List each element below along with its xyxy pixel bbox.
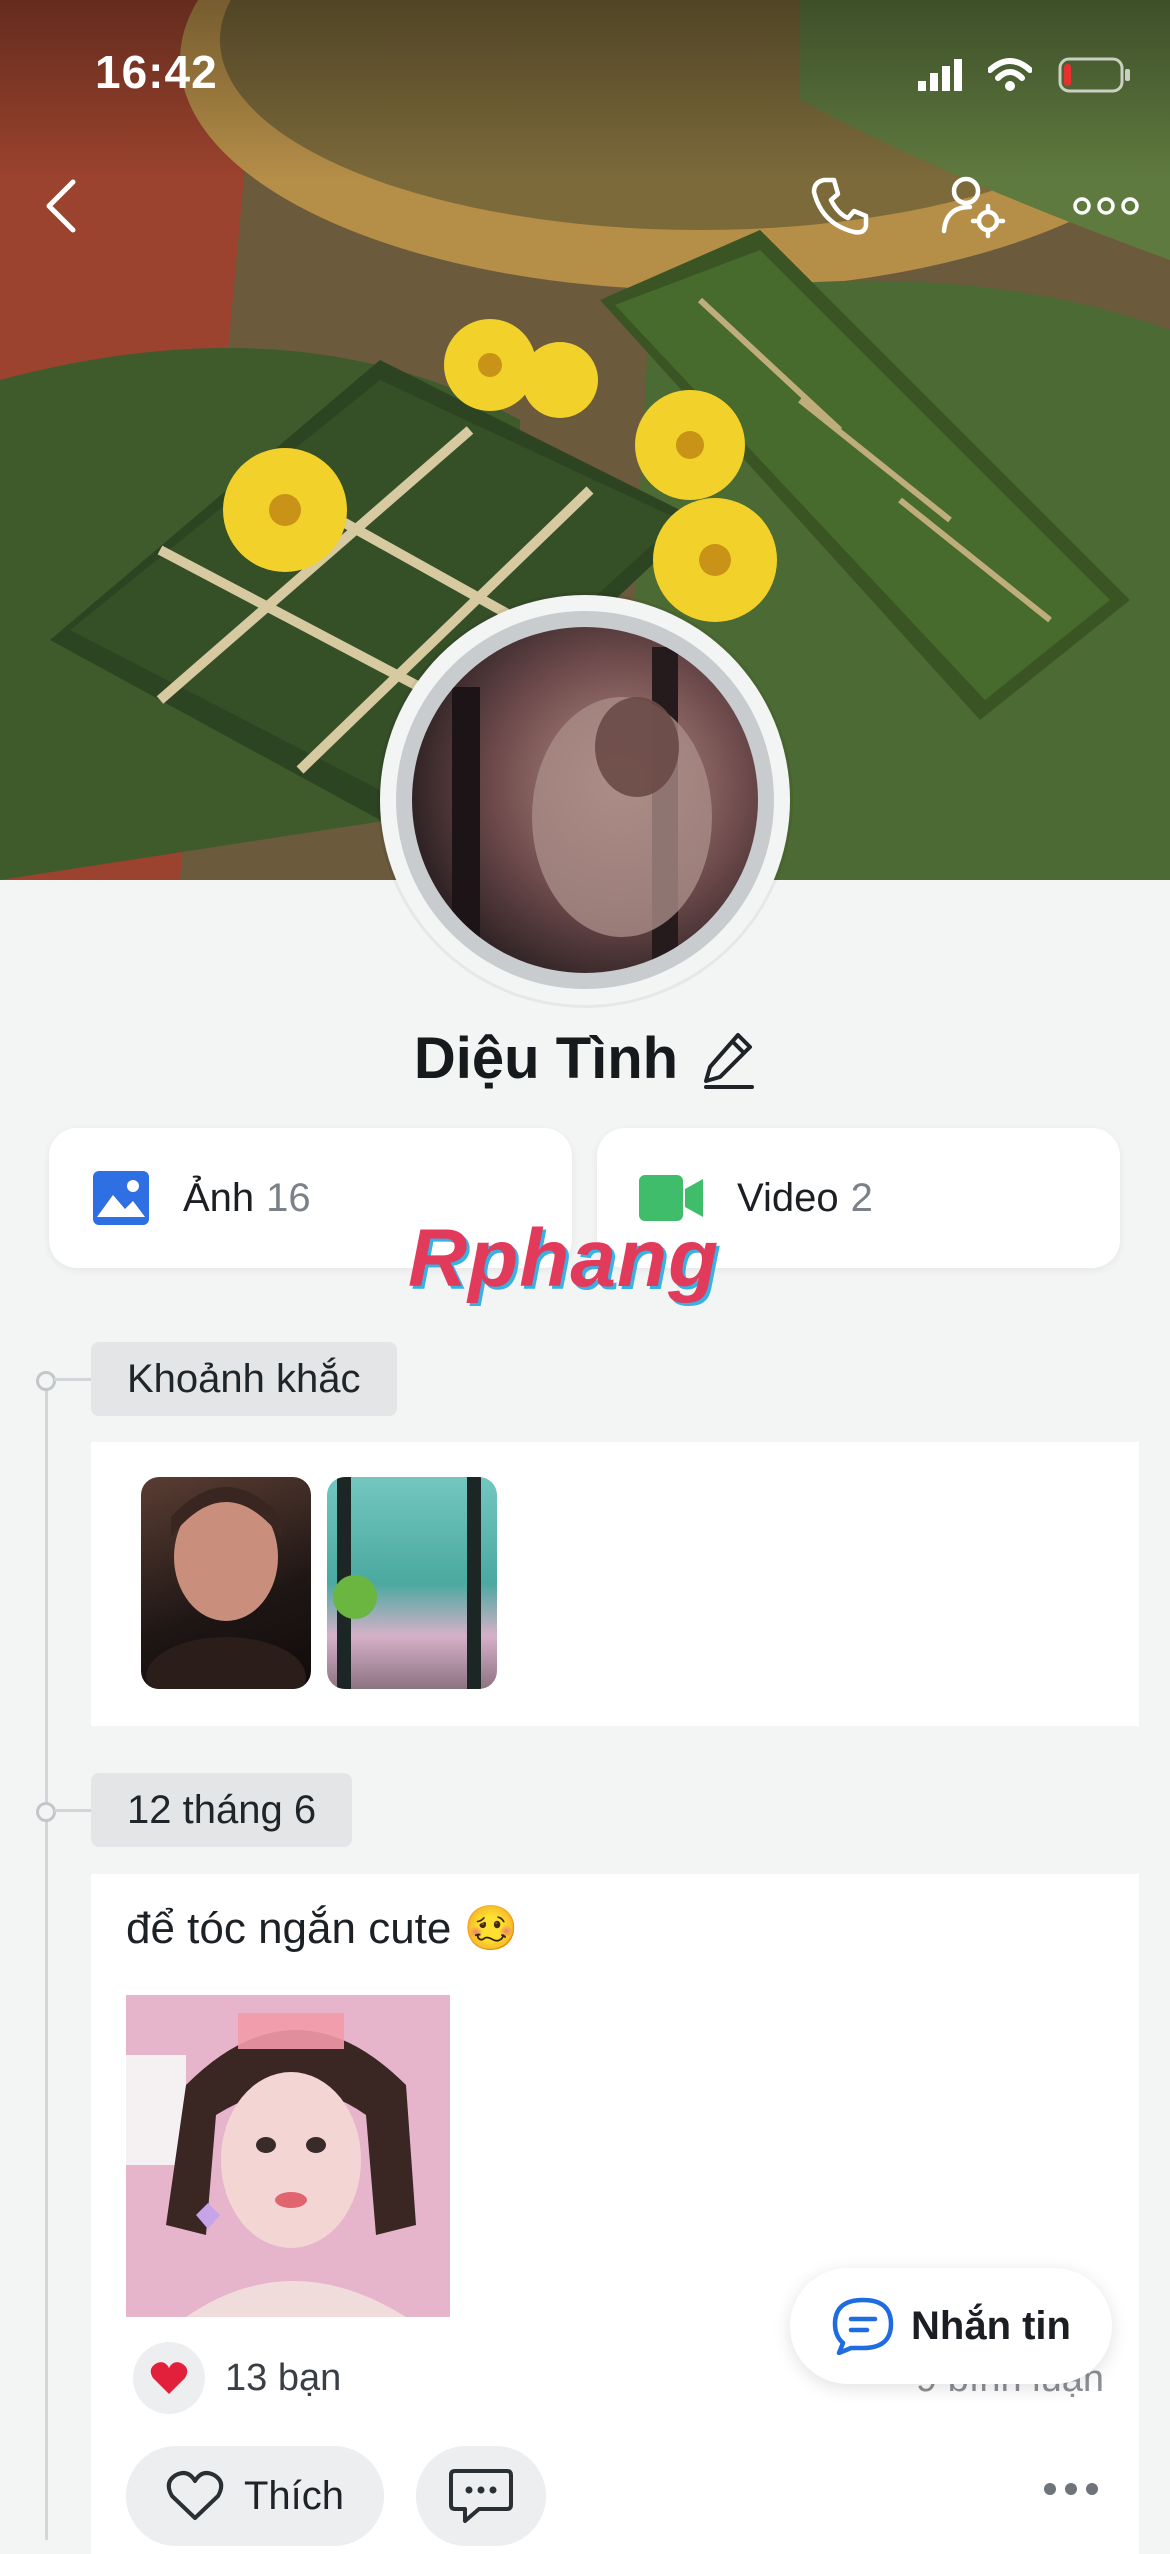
status-time: 16:42 [95, 46, 218, 98]
heart-icon [150, 2362, 188, 2394]
call-button[interactable] [800, 166, 880, 246]
heart-reaction-badge [133, 2342, 205, 2414]
status-icons [918, 50, 1132, 100]
post-more-button[interactable] [1043, 2482, 1099, 2501]
comment-bubble-icon [449, 2469, 513, 2523]
more-dots-icon [1044, 2483, 1098, 2495]
reaction-count: 13 bạn [225, 2356, 342, 2399]
timeline-dot [36, 1371, 56, 1391]
post-photo[interactable] [126, 1995, 450, 2317]
wifi-icon [988, 58, 1032, 91]
avatar[interactable] [380, 595, 790, 1005]
back-button[interactable] [20, 166, 100, 246]
back-chevron-icon [46, 179, 76, 233]
like-label: Thích [243, 2473, 345, 2518]
timeline-connector [54, 1378, 94, 1381]
chat-bubble-icon [832, 2297, 894, 2355]
user-settings-icon [941, 176, 1006, 239]
videos-count: 2 [850, 1175, 873, 1220]
cellular-signal-icon [918, 59, 962, 91]
message-button-label: Nhắn tin [911, 2303, 1071, 2348]
reaction-summary[interactable]: 13 bạn [133, 2342, 341, 2414]
battery-icon [1058, 57, 1130, 93]
comment-button[interactable] [416, 2446, 546, 2546]
photo-gallery-icon [93, 1171, 149, 1225]
timeline-dot [36, 1802, 56, 1822]
heart-outline-icon [166, 2471, 224, 2520]
moments-tag: Khoảnh khắc [91, 1342, 397, 1416]
more-options-button[interactable] [1066, 166, 1146, 246]
photos-label: Ảnh [183, 1175, 255, 1220]
message-button[interactable]: Nhắn tin [790, 2268, 1112, 2384]
edit-pencil-icon[interactable] [702, 1029, 756, 1089]
post-date-tag: 12 tháng 6 [91, 1773, 353, 1847]
videos-label: Video [737, 1175, 839, 1220]
timeline-connector [54, 1809, 94, 1812]
profile-name: Diệu Tình [413, 1026, 679, 1091]
profile-name-row: Diệu Tình [0, 1025, 1170, 1092]
post-text: để tóc ngắn cute 🥴 [126, 1904, 519, 1953]
moments-panel [91, 1442, 1139, 1726]
phone-icon [811, 177, 869, 235]
avatar-photo [412, 627, 758, 973]
watermark: Rphang [408, 1213, 720, 1304]
profile-settings-button[interactable] [933, 166, 1013, 246]
timeline-line [45, 1380, 48, 2540]
photos-count: 16 [266, 1175, 311, 1220]
like-button[interactable]: Thích [126, 2446, 384, 2546]
moment-thumbnail[interactable] [327, 1477, 497, 1689]
post-card: để tóc ngắn cute 🥴 13 bạn 9 bình luận Th… [91, 1874, 1139, 2554]
more-dots-icon [1073, 197, 1139, 215]
moment-thumbnail[interactable] [141, 1477, 311, 1689]
